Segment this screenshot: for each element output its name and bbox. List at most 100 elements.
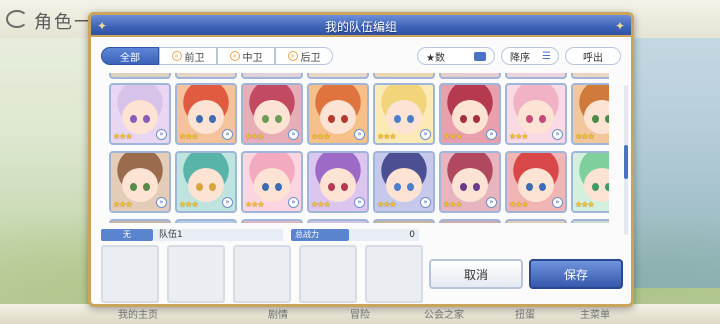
position-arrow-icon: » — [486, 129, 497, 140]
star-rating: ★★★ — [377, 73, 396, 75]
character-card[interactable] — [439, 219, 501, 223]
sort-lines-icon: ☰ — [542, 50, 551, 62]
character-portrait — [122, 168, 158, 203]
character-card[interactable]: ★★★» — [571, 83, 609, 145]
character-eye — [341, 115, 348, 123]
character-card[interactable] — [175, 219, 237, 223]
character-eye — [460, 115, 467, 123]
character-eye — [130, 183, 137, 191]
character-eye — [328, 183, 335, 191]
character-card[interactable]: ★★★» — [307, 83, 369, 145]
star-rating: ★★★ — [377, 200, 396, 209]
position-arrow-icon: » — [222, 197, 233, 208]
character-card[interactable]: ★★★ — [307, 73, 369, 79]
tab-back-label: 后卫 — [300, 52, 321, 64]
star-rating: ★★★ — [113, 200, 132, 209]
character-card[interactable]: ★★★» — [373, 83, 435, 145]
star-rating: ★★★ — [575, 73, 594, 75]
character-eye — [526, 183, 533, 191]
save-button[interactable]: 保存 — [529, 259, 623, 289]
character-card[interactable]: ★★★ — [241, 73, 303, 79]
nav-quest: 冒险 — [350, 310, 370, 321]
character-card[interactable]: ★★★» — [571, 151, 609, 213]
character-card[interactable]: ★★★» — [175, 83, 237, 145]
star-rating: ★★★ — [509, 73, 528, 75]
character-eye — [473, 183, 480, 191]
character-card[interactable]: ★★★ — [505, 73, 567, 79]
character-eye — [473, 115, 480, 123]
star-rating: ★★★ — [443, 73, 462, 75]
tab-middle[interactable]: » 中卫 — [217, 47, 275, 65]
character-portrait — [254, 100, 290, 135]
character-card[interactable]: ★★★ — [109, 73, 171, 79]
cancel-button[interactable]: 取消 — [429, 259, 523, 289]
total-power-value: 0 — [349, 229, 419, 241]
character-card[interactable] — [241, 219, 303, 223]
character-card[interactable]: ★★★» — [175, 151, 237, 213]
star-rating: ★★★ — [311, 132, 330, 141]
team-slot-3[interactable] — [233, 245, 291, 303]
team-slot-5[interactable] — [365, 245, 423, 303]
star-rating: ★★★ — [443, 200, 462, 209]
character-card[interactable]: ★★★ » — [439, 83, 501, 145]
star-rating: ★★★ — [113, 73, 132, 75]
character-eye — [328, 115, 335, 123]
character-card[interactable]: ★★★ » — [373, 151, 435, 213]
character-card[interactable]: ★★★» — [109, 151, 171, 213]
character-card[interactable]: ★★★ — [571, 73, 609, 79]
star-rating: ★★★ — [509, 132, 528, 141]
character-card[interactable]: ★★★ — [373, 73, 435, 79]
scrollbar-thumb[interactable] — [624, 145, 628, 179]
star-rating: ★★★ — [245, 73, 264, 75]
corner-ornament-icon: ✦ — [614, 19, 626, 33]
character-card[interactable] — [109, 219, 171, 223]
character-eye — [526, 115, 533, 123]
tab-back[interactable]: » 后卫 — [275, 47, 333, 65]
team-slot-2[interactable] — [167, 245, 225, 303]
dialog-header: ✦ 我的队伍编组 ✦ — [91, 15, 631, 37]
character-eye — [196, 115, 203, 123]
nav-guild: 公会之家 — [424, 310, 464, 321]
character-portrait — [518, 168, 554, 203]
team-slot-1[interactable] — [101, 245, 159, 303]
position-filter-tabs: 全部 » 前卫 » 中卫 » 后卫 — [101, 47, 333, 65]
character-eye — [196, 183, 203, 191]
character-card[interactable]: ★★★ — [175, 73, 237, 79]
character-eye — [143, 183, 150, 191]
swirl-logo-icon — [6, 10, 28, 28]
character-eye — [605, 115, 609, 123]
background-side-panel — [630, 38, 720, 288]
character-card[interactable] — [505, 219, 567, 223]
character-card[interactable]: ★★★» — [505, 83, 567, 145]
character-card[interactable] — [373, 219, 435, 223]
star-rating: ★★★ — [311, 200, 330, 209]
character-eye — [275, 183, 282, 191]
nav-home: 我的主页 — [118, 310, 158, 321]
character-card[interactable]: ★★★» — [307, 151, 369, 213]
star-rating: ★★★ — [575, 132, 594, 141]
character-card[interactable]: ★★★ — [439, 73, 501, 79]
team-slot-4[interactable] — [299, 245, 357, 303]
character-grid: ★★★ ★★★ ★★★ ★★★ ★★★ ★★★ ★★★ ★★★ ★★★ » ★★★ »… — [109, 73, 609, 223]
character-eye — [209, 183, 216, 191]
tab-all[interactable]: 全部 — [101, 47, 159, 65]
character-card[interactable] — [307, 219, 369, 223]
character-card[interactable]: ★★★» — [439, 151, 501, 213]
call-button[interactable]: 呼出 — [565, 47, 621, 65]
character-card[interactable]: ★★★» — [109, 83, 171, 145]
position-arrow-icon: » — [288, 129, 299, 140]
character-portrait — [386, 100, 422, 135]
character-card[interactable]: ★★★» — [241, 83, 303, 145]
tab-front[interactable]: » 前卫 — [159, 47, 217, 65]
grid-scrollbar[interactable] — [624, 85, 628, 235]
team-edit-dialog: ✦ 我的队伍编组 ✦ 全部 » 前卫 » 中卫 » 后卫 ★数 降序 ☰ 呼出 — [88, 12, 634, 307]
character-card[interactable] — [571, 219, 609, 223]
total-power-label: 总战力 — [291, 229, 349, 241]
character-card[interactable]: ★★★» — [505, 151, 567, 213]
character-card[interactable]: ★★★» — [241, 151, 303, 213]
star-rating: ★★★ — [443, 132, 462, 141]
order-button[interactable]: 降序 ☰ — [501, 47, 559, 65]
star-sort-button[interactable]: ★数 — [417, 47, 495, 65]
position-arrow-icon: » — [420, 197, 431, 208]
star-rating: ★★★ — [509, 200, 528, 209]
